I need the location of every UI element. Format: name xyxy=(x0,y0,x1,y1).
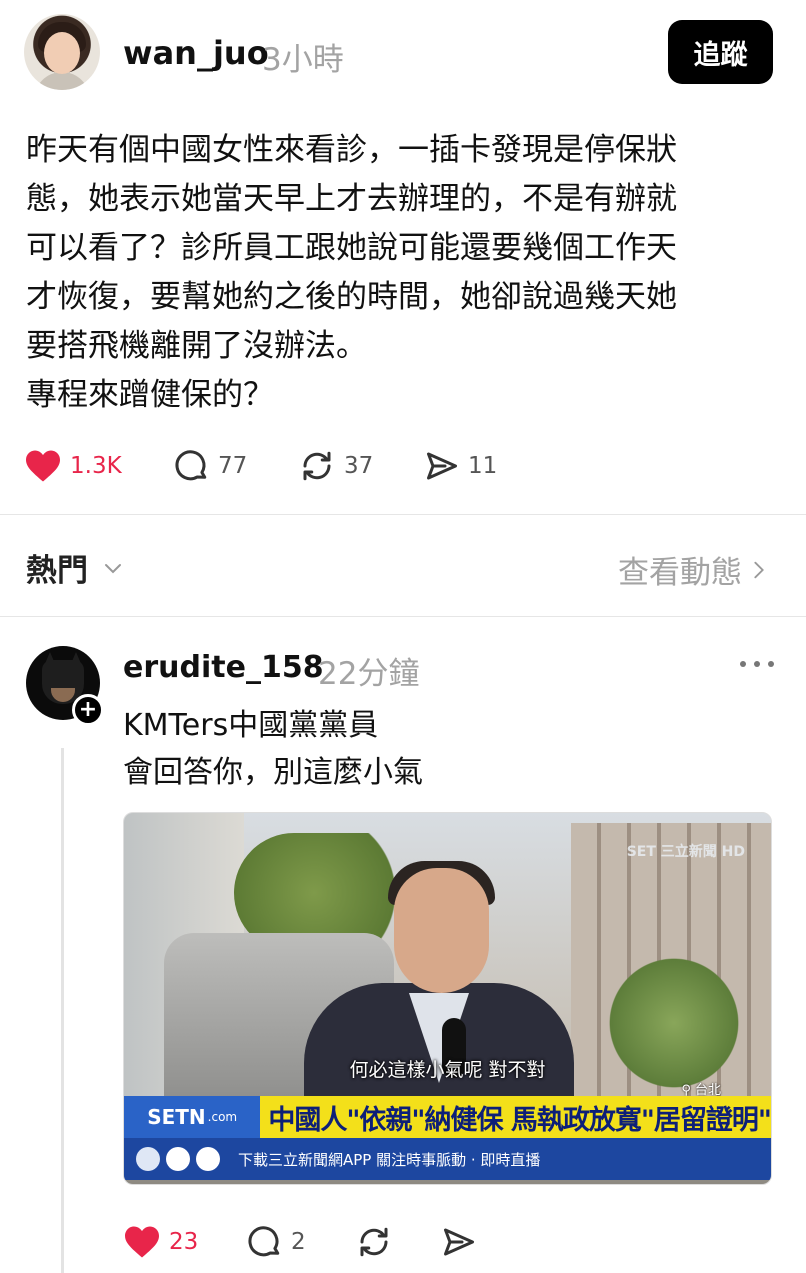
more-options-icon[interactable] xyxy=(740,658,774,670)
news-ticker: 下載三立新聞網APP 關注時事脈動 · 即時直播 xyxy=(124,1138,771,1180)
chevron-right-icon xyxy=(754,561,764,578)
view-activity-label: 查看動態 xyxy=(618,555,742,591)
reply-username[interactable]: erudite_158 xyxy=(123,650,324,685)
divider xyxy=(0,616,806,617)
like-button[interactable]: 1.3K xyxy=(24,446,122,486)
reply-line: 會回答你，別這麼小氣 xyxy=(123,755,423,790)
avatar-shirt xyxy=(34,72,90,90)
repost-count: 37 xyxy=(344,453,374,479)
comment-button[interactable]: 77 xyxy=(174,446,247,486)
social-icons xyxy=(136,1147,220,1171)
reply-line: KMTers中國黨黨員 xyxy=(123,708,379,743)
reply-text: KMTers中國黨黨員 會回答你，別這麼小氣 xyxy=(123,702,423,796)
image-person-head xyxy=(394,868,489,993)
repost-icon xyxy=(303,451,331,481)
comment-count: 77 xyxy=(218,453,248,479)
reply-share-button[interactable] xyxy=(441,1222,477,1262)
reply-like-count: 23 xyxy=(169,1229,199,1255)
heart-filled-icon xyxy=(26,450,60,482)
follow-button[interactable]: 追蹤 xyxy=(668,20,773,84)
comment-icon xyxy=(175,450,207,481)
chevron-down-icon xyxy=(105,563,121,573)
ticker-text: 下載三立新聞網APP 關注時事脈動 · 即時直播 xyxy=(238,1150,541,1169)
news-brand-name: SETN xyxy=(147,1105,206,1129)
reply-time: 22分鐘 xyxy=(318,656,420,692)
youtube-icon xyxy=(196,1147,220,1171)
reply-like-button[interactable]: 23 xyxy=(123,1222,198,1262)
author-avatar[interactable] xyxy=(24,14,100,90)
sort-dropdown[interactable]: 熱門 xyxy=(26,545,128,590)
video-subtitle: 何必這樣小氣呢 對不對 xyxy=(349,1059,546,1081)
author-username[interactable]: wan_juo xyxy=(123,34,269,72)
send-icon xyxy=(427,452,457,480)
follow-plus-icon[interactable]: + xyxy=(72,694,104,726)
post-line: 昨天有個中國女性來看診，一插卡發現是停保狀 xyxy=(26,132,677,168)
like-count: 1.3K xyxy=(70,453,122,479)
reply-comment-button[interactable]: 2 xyxy=(247,1222,306,1262)
reply-comment-count: 2 xyxy=(291,1229,306,1255)
news-headline-bar: SETN .com 中國人"依親"納健保 馬執政放寬"居留證明" xyxy=(124,1096,771,1138)
post-line: 才恢復，要幫她約之後的時間，她卻說過幾天她 xyxy=(26,279,677,315)
post-line: 態，她表示她當天早上才去辦理的，不是有辦就 xyxy=(26,181,677,217)
facebook-icon xyxy=(136,1147,160,1171)
news-brand: SETN .com xyxy=(124,1096,261,1138)
channel-logo: SET 三立新聞 HD xyxy=(626,844,745,860)
post-time: 3小時 xyxy=(262,42,344,78)
instagram-icon xyxy=(166,1147,190,1171)
repost-icon xyxy=(360,1227,388,1257)
share-count: 11 xyxy=(468,453,498,479)
post-line: 可以看了？診所員工跟她說可能還要幾個工作天 xyxy=(26,230,677,266)
post-text: 昨天有個中國女性來看診，一插卡發現是停保狀 態，她表示她當天早上才去辦理的，不是… xyxy=(26,126,766,420)
comment-icon xyxy=(248,1226,280,1257)
post-line: 專程來蹭健保的？ xyxy=(26,377,274,413)
repost-button[interactable]: 37 xyxy=(298,446,373,486)
send-icon xyxy=(444,1228,474,1256)
reply-image[interactable]: SET 三立新聞 HD 何必這樣小氣呢 對不對 ⚲ 台北 SETN .com 中國… xyxy=(123,812,772,1185)
news-headline: 中國人"依親"納健保 馬執政放寬"居留證明" xyxy=(260,1096,771,1138)
share-button[interactable]: 11 xyxy=(424,446,497,486)
heart-filled-icon xyxy=(125,1226,159,1258)
news-brand-suffix: .com xyxy=(207,1110,238,1124)
divider xyxy=(0,514,806,515)
reply-repost-button[interactable] xyxy=(355,1222,393,1262)
avatar-face xyxy=(44,32,80,74)
view-activity-link[interactable]: 查看動態 xyxy=(618,547,770,592)
sort-label: 熱門 xyxy=(26,553,88,589)
post-line: 要搭飛機離開了沒辦法。 xyxy=(26,328,367,364)
thread-line xyxy=(61,748,64,1273)
